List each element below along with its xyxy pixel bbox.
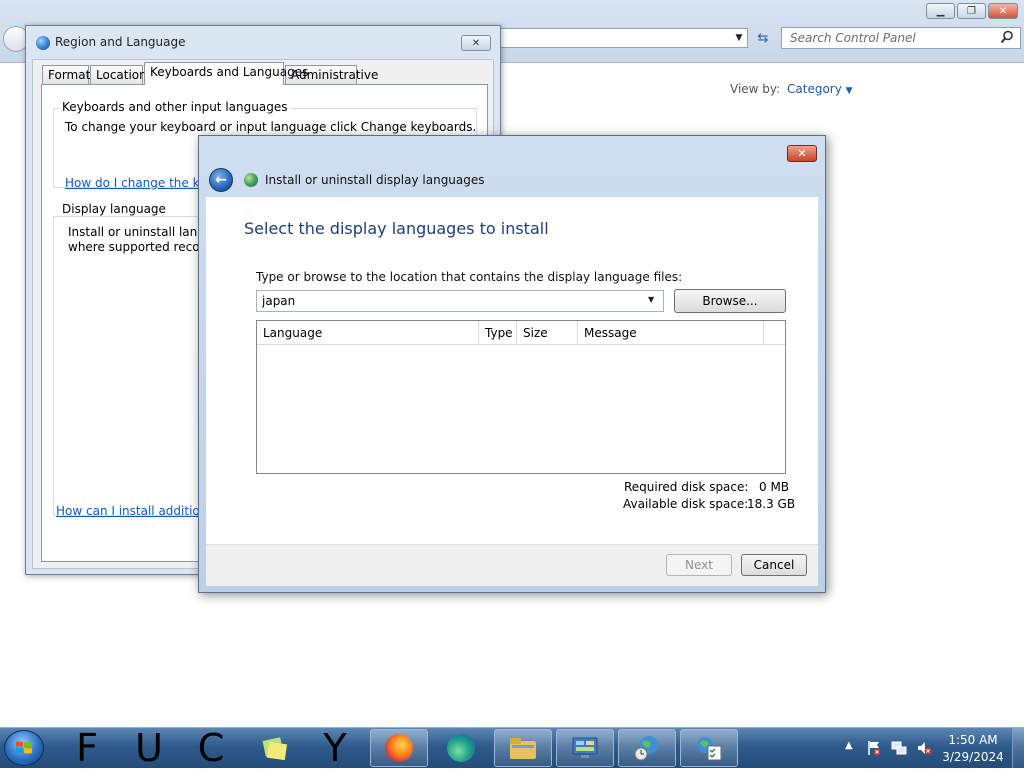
show-desktop-button[interactable] (1012, 728, 1024, 768)
network-icon[interactable] (891, 740, 907, 756)
group-title: Display language (59, 202, 169, 216)
available-space-value: 18.3 GB (747, 497, 796, 511)
tab-formats[interactable]: Formats (42, 65, 97, 84)
close-icon: ✕ (998, 5, 1008, 17)
close-button[interactable]: ✕ (988, 3, 1018, 19)
taskbar-letter-c[interactable]: C (186, 726, 236, 770)
taskbar-firefox[interactable] (370, 729, 428, 767)
control-panel-icon (572, 737, 598, 758)
volume-muted-icon[interactable] (916, 740, 932, 756)
edge-icon (447, 734, 475, 762)
install-languages-dialog: ✕ ← Install or uninstall display languag… (198, 135, 826, 593)
globe-icon (244, 173, 258, 187)
view-by-value: Category (787, 82, 842, 96)
cancel-button[interactable]: Cancel (741, 554, 807, 576)
caret-down-icon: ▼ (845, 86, 853, 96)
folder-icon (510, 738, 536, 759)
windows-logo-icon (16, 741, 32, 754)
action-center-icon[interactable] (866, 740, 882, 756)
group-description: To change your keyboard or input languag… (65, 120, 477, 134)
taskbar-letter-y[interactable]: Y (310, 726, 360, 770)
required-space-label: Required disk space: (624, 480, 749, 494)
view-by-label: View by: (730, 82, 781, 96)
minimize-button[interactable]: ▁ (926, 3, 955, 19)
close-button[interactable]: ✕ (461, 35, 491, 51)
taskbar-control-panel[interactable] (556, 729, 614, 767)
group-title: Keyboards and other input languages (59, 100, 291, 114)
dialog-title: Region and Language (55, 35, 186, 49)
back-button[interactable]: ← (209, 168, 233, 192)
taskbar-letter-f[interactable]: F (62, 726, 112, 770)
install-languages-link[interactable]: How can I install additional (56, 504, 218, 518)
close-icon: ✕ (797, 147, 807, 160)
tab-keyboards-languages[interactable]: Keyboards and Languages (144, 62, 308, 85)
clock-time[interactable]: 1:50 AM (945, 733, 1001, 747)
tab-location[interactable]: Location (90, 65, 147, 84)
next-button[interactable]: Next (666, 554, 732, 576)
chevron-down-icon[interactable]: ▼ (648, 295, 660, 307)
sticky-notes-icon[interactable] (258, 736, 290, 762)
taskbar-region-language[interactable] (618, 729, 676, 767)
globe-icon (36, 36, 50, 50)
firefox-icon (385, 734, 413, 762)
instruction-text: Type or browse to the location that cont… (256, 270, 683, 284)
column-header-size[interactable]: Size (517, 321, 578, 345)
column-header-message[interactable]: Message (578, 321, 764, 345)
globe-clock-icon (634, 736, 658, 761)
available-space-label: Available disk space: (623, 497, 749, 511)
view-by-dropdown[interactable]: Category ▼ (787, 82, 853, 96)
browse-button[interactable]: Browse... (674, 289, 786, 313)
address-bar[interactable] (498, 28, 748, 48)
taskbar-edge[interactable] (432, 729, 490, 767)
location-combobox[interactable]: japan (256, 290, 664, 312)
close-icon: ✕ (471, 37, 481, 49)
refresh-icon[interactable]: ⇆ (752, 28, 774, 48)
taskbar-explorer[interactable] (494, 729, 552, 767)
maximize-button[interactable]: ❐ (957, 3, 986, 19)
required-space-value: 0 MB (759, 480, 790, 494)
search-icon[interactable] (1000, 30, 1016, 46)
page-title: Select the display languages to install (244, 219, 549, 238)
search-input[interactable]: Search Control Panel (781, 27, 1021, 49)
clock-date[interactable]: 3/29/2024 (940, 750, 1006, 764)
minimize-icon: ▁ (936, 5, 945, 17)
column-header-language[interactable]: Language (257, 321, 479, 345)
show-hidden-icons-icon[interactable]: ▲ (845, 740, 853, 751)
group-description: where supported recogn (68, 240, 215, 254)
arrow-left-icon: ← (215, 172, 227, 188)
taskbar-display-languages[interactable] (680, 729, 738, 767)
restore-icon: ❐ (967, 5, 976, 17)
dialog-title: Install or uninstall display languages (265, 173, 485, 187)
column-header-type[interactable]: Type (479, 321, 517, 345)
chevron-down-icon[interactable]: ▼ (730, 28, 748, 48)
close-button[interactable]: ✕ (787, 145, 817, 162)
globe-checklist-icon (697, 737, 722, 761)
taskbar-letter-u[interactable]: U (124, 726, 174, 770)
